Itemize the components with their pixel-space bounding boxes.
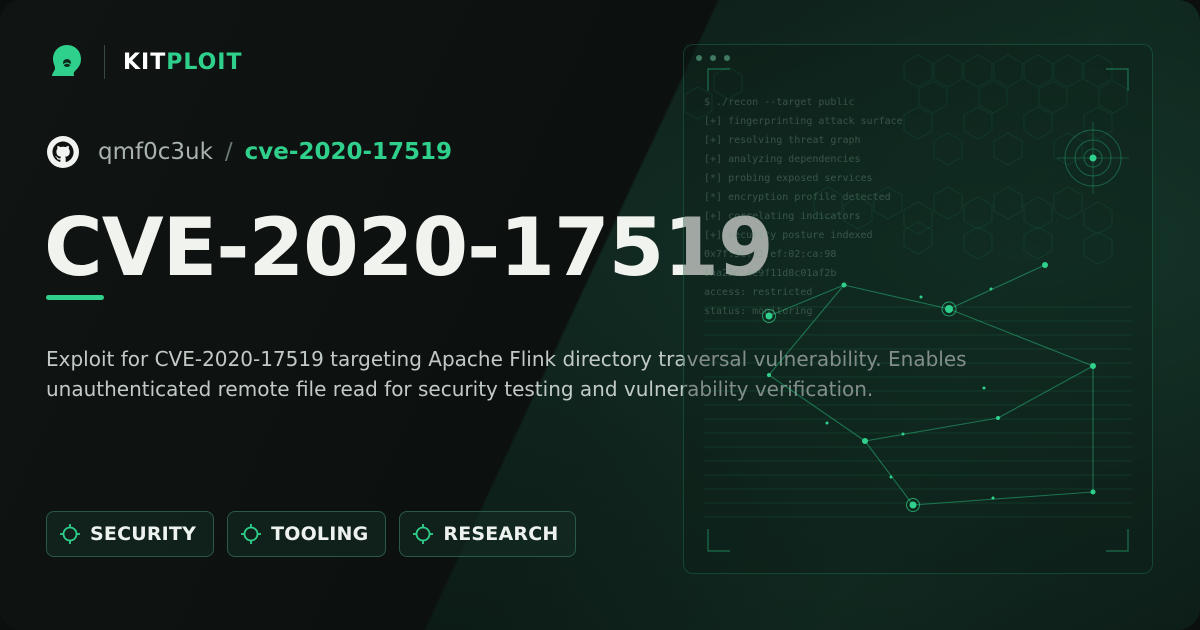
terminal-line: [+] security posture indexed xyxy=(704,230,873,241)
terminal-line: [*] encryption profile detected xyxy=(704,192,891,203)
terminal-line: [+] fingerprinting attack surface xyxy=(704,116,903,127)
title-underline xyxy=(46,295,104,300)
terminal-line: sha256:4e9f11d8c01af2b xyxy=(704,268,837,279)
terminal-line: [+] resolving threat graph xyxy=(704,135,861,146)
tag-security[interactable]: SECURITY xyxy=(46,511,215,557)
terminal-line: [*] probing exposed services xyxy=(704,173,873,184)
terminal-illustration: $ ./recon --target public [+] fingerprin… xyxy=(683,44,1153,574)
window-dot xyxy=(724,55,730,61)
github-icon xyxy=(47,136,79,168)
repo-owner[interactable]: qmf0c3uk xyxy=(98,139,213,165)
terminal-output: $ ./recon --target public [+] fingerprin… xyxy=(704,93,1124,321)
brand-name: KITPLOIT xyxy=(123,50,243,75)
terminal-line: 0x7f:3c:22:ef:02:ca:98 xyxy=(704,249,837,260)
crosshair-icon xyxy=(413,524,434,544)
brand-name-part2: PLOIT xyxy=(166,49,243,75)
tag-label: SECURITY xyxy=(90,523,197,545)
tag-tooling[interactable]: TOOLING xyxy=(227,511,387,557)
tag-label: RESEARCH xyxy=(443,523,559,545)
repo-path: qmf0c3uk / cve-2020-17519 xyxy=(46,134,452,170)
tag-list: SECURITY TOOLING RESEARCH xyxy=(46,511,577,557)
terminal-line: [+] correlating indicators xyxy=(704,211,861,222)
repo-name[interactable]: cve-2020-17519 xyxy=(245,139,452,165)
tag-research[interactable]: RESEARCH xyxy=(399,511,577,557)
crosshair-icon xyxy=(60,524,80,544)
brand[interactable]: KITPLOIT xyxy=(46,40,243,84)
terminal-line: status: monitoring xyxy=(704,306,813,317)
terminal-line: $ ./recon --target public xyxy=(704,97,855,108)
terminal-line: [+] analyzing dependencies xyxy=(704,154,861,165)
brand-name-part1: KIT xyxy=(123,49,167,75)
terminal-line: access: restricted xyxy=(704,287,813,298)
window-dot xyxy=(696,55,702,61)
crosshair-icon xyxy=(241,524,262,544)
social-card: KITPLOIT qmf0c3uk / cve-2020-17519 CVE-2… xyxy=(0,0,1200,630)
repo-separator: / xyxy=(224,139,233,165)
page-title: CVE-2020-17519 xyxy=(44,201,774,294)
window-dot xyxy=(710,55,716,61)
kitploit-head-icon xyxy=(52,45,81,76)
terminal-window-dots xyxy=(696,55,730,61)
brand-divider xyxy=(104,45,105,79)
tag-label: TOOLING xyxy=(271,523,369,545)
